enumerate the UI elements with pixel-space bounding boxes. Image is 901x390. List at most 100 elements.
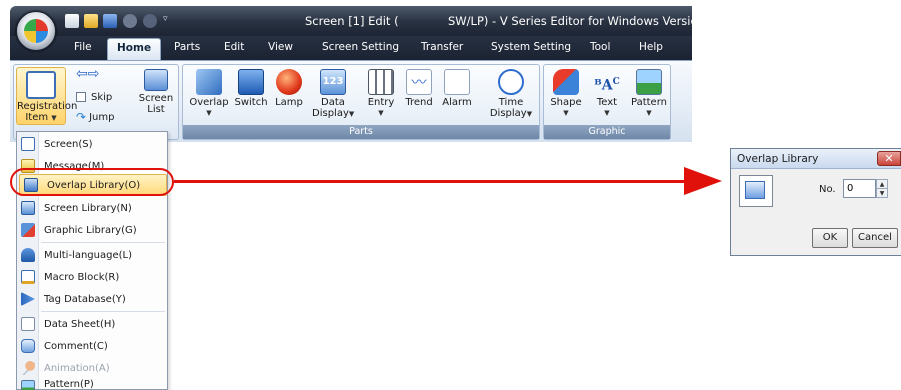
ribbon-group-registration: Registration Item ▼ ⇦⇨ Skip ↷ Jump Scree… (13, 64, 179, 140)
menu-item-screen[interactable]: Screen(S) (17, 133, 167, 155)
window-title-app: SW/LP) - V Series Editor for Windows Ver… (448, 14, 692, 28)
checkbox-icon (76, 92, 86, 102)
dialog-title-bar: Overlap Library ✕ (731, 149, 901, 169)
dropdown-arrow-icon: ▼ (526, 110, 533, 118)
lamp-button[interactable]: Lamp (272, 69, 306, 108)
customize-toolbar-icon[interactable]: ▿ (163, 14, 171, 28)
close-icon[interactable]: ✕ (877, 151, 901, 166)
tab-edit[interactable]: Edit (224, 41, 244, 53)
skip-label: Skip (91, 91, 113, 103)
switch-button[interactable]: Switch (231, 69, 271, 108)
data-display-button[interactable]: 123 Data Display▼ (312, 69, 354, 120)
tag-flag-icon (21, 292, 35, 306)
lamp-label: Lamp (275, 97, 303, 108)
menu-item-label: Comment(C) (44, 340, 108, 352)
tab-tool[interactable]: Tool (590, 41, 610, 53)
shape-icon (553, 69, 579, 95)
ok-button[interactable]: OK (812, 228, 848, 248)
menu-item-data-sheet[interactable]: Data Sheet(H) (17, 313, 167, 335)
menu-item-label: Animation(A) (44, 362, 110, 374)
tab-file[interactable]: File (74, 41, 92, 53)
navigate-arrows-button[interactable]: ⇦⇨ (76, 67, 116, 82)
callout-arrow-head (684, 167, 722, 195)
title-bar: ▿ Screen [1] Edit ( SW/LP) - V Series Ed… (10, 6, 692, 36)
lamp-icon (276, 69, 302, 95)
ribbon-panel: Registration Item ▼ ⇦⇨ Skip ↷ Jump Scree… (10, 60, 692, 142)
ribbon-group-parts: Overlap ▼ Switch Lamp 123 Data Display▼ … (182, 64, 540, 140)
macro-block-icon (21, 270, 35, 284)
registration-item-label: Registration (17, 101, 78, 112)
menu-item-comment[interactable]: Comment(C) (17, 335, 167, 357)
dropdown-arrow-icon: ▼ (604, 109, 610, 117)
multi-language-icon (21, 248, 35, 262)
menu-item-label: Screen Library(N) (44, 202, 132, 214)
text-label: Text (596, 97, 618, 108)
trend-label: Trend (405, 97, 433, 108)
entry-button[interactable]: Entry ▼ (363, 69, 399, 119)
screen-library-icon (21, 201, 35, 215)
tab-system-setting[interactable]: System Setting (491, 41, 571, 53)
app-logo-icon (24, 19, 48, 43)
editor-window: ▿ Screen [1] Edit ( SW/LP) - V Series Ed… (10, 6, 692, 142)
application-menu-button[interactable] (16, 11, 56, 51)
alarm-button[interactable]: Alarm (439, 69, 475, 108)
spin-down-icon[interactable]: ▼ (877, 189, 887, 198)
number-label: No. (819, 184, 836, 195)
redo-icon[interactable] (143, 14, 157, 28)
screen-list-label-2: List (147, 104, 165, 115)
text-abc-icon: ᴮAC (594, 77, 620, 94)
overlap-button[interactable]: Overlap ▼ (189, 69, 229, 119)
dropdown-arrow-icon: ▼ (51, 114, 57, 122)
jump-button[interactable]: ↷ Jump (76, 110, 126, 124)
number-input[interactable] (843, 179, 876, 198)
tab-view[interactable]: View (268, 41, 293, 53)
screen-icon (21, 137, 35, 151)
menu-item-macro-block[interactable]: Macro Block(R) (17, 266, 167, 288)
shape-button[interactable]: Shape ▼ (547, 69, 585, 119)
graphic-library-icon (21, 223, 35, 237)
trend-button[interactable]: 〰 Trend (401, 69, 437, 108)
new-file-icon[interactable] (65, 14, 79, 28)
switch-label: Switch (234, 97, 268, 108)
callout-highlight-oval (10, 168, 174, 196)
skip-checkbox[interactable]: Skip (76, 90, 122, 104)
text-button[interactable]: ᴮAC Text ▼ (588, 69, 626, 119)
animation-icon (21, 361, 35, 375)
menu-item-label: Data Sheet(H) (44, 318, 116, 330)
comment-icon (21, 339, 35, 353)
jump-arrow-icon: ↷ (76, 109, 87, 124)
spin-up-icon[interactable]: ▲ (877, 180, 887, 189)
screen-list-button[interactable]: Screen List (136, 69, 176, 115)
menu-item-label: Multi-language(L) (44, 249, 132, 261)
screen-list-label: Screen (138, 93, 174, 104)
tab-home[interactable]: Home (107, 38, 162, 60)
shape-label: Shape (550, 97, 582, 108)
registration-item-button[interactable]: Registration Item ▼ (16, 67, 78, 125)
save-icon[interactable] (103, 14, 117, 28)
dropdown-arrow-icon: ▼ (206, 109, 212, 117)
time-display-button[interactable]: Time Display▼ (488, 69, 534, 120)
alarm-icon (444, 69, 470, 95)
menu-item-tag-database[interactable]: Tag Database(Y) (17, 288, 167, 310)
menu-item-screen-library[interactable]: Screen Library(N) (17, 197, 167, 219)
jump-label: Jump (89, 111, 115, 123)
open-folder-icon[interactable] (84, 14, 98, 28)
menu-item-multi-language[interactable]: Multi-language(L) (17, 244, 167, 266)
time-display-label: Time (498, 97, 524, 108)
tab-help[interactable]: Help (639, 41, 663, 53)
entry-label: Entry (367, 97, 395, 108)
menu-item-graphic-library[interactable]: Graphic Library(G) (17, 219, 167, 241)
parts-group-label: Parts (183, 125, 539, 139)
tab-parts[interactable]: Parts (174, 41, 200, 53)
ribbon-tab-bar: File Home Parts Edit View Screen Setting… (10, 36, 692, 60)
cancel-button[interactable]: Cancel (852, 228, 898, 248)
overlap-window-icon (745, 181, 765, 199)
menu-item-label: Pattern(P) (44, 379, 94, 390)
tab-screen-setting[interactable]: Screen Setting (322, 41, 399, 53)
number-spinner[interactable]: ▲ ▼ (876, 179, 888, 198)
pattern-button[interactable]: Pattern ▼ (629, 69, 669, 119)
pattern-picture-icon (636, 69, 662, 95)
menu-item-pattern[interactable]: Pattern(P) (17, 379, 167, 390)
undo-icon[interactable] (123, 14, 137, 28)
tab-transfer[interactable]: Transfer (421, 41, 463, 53)
